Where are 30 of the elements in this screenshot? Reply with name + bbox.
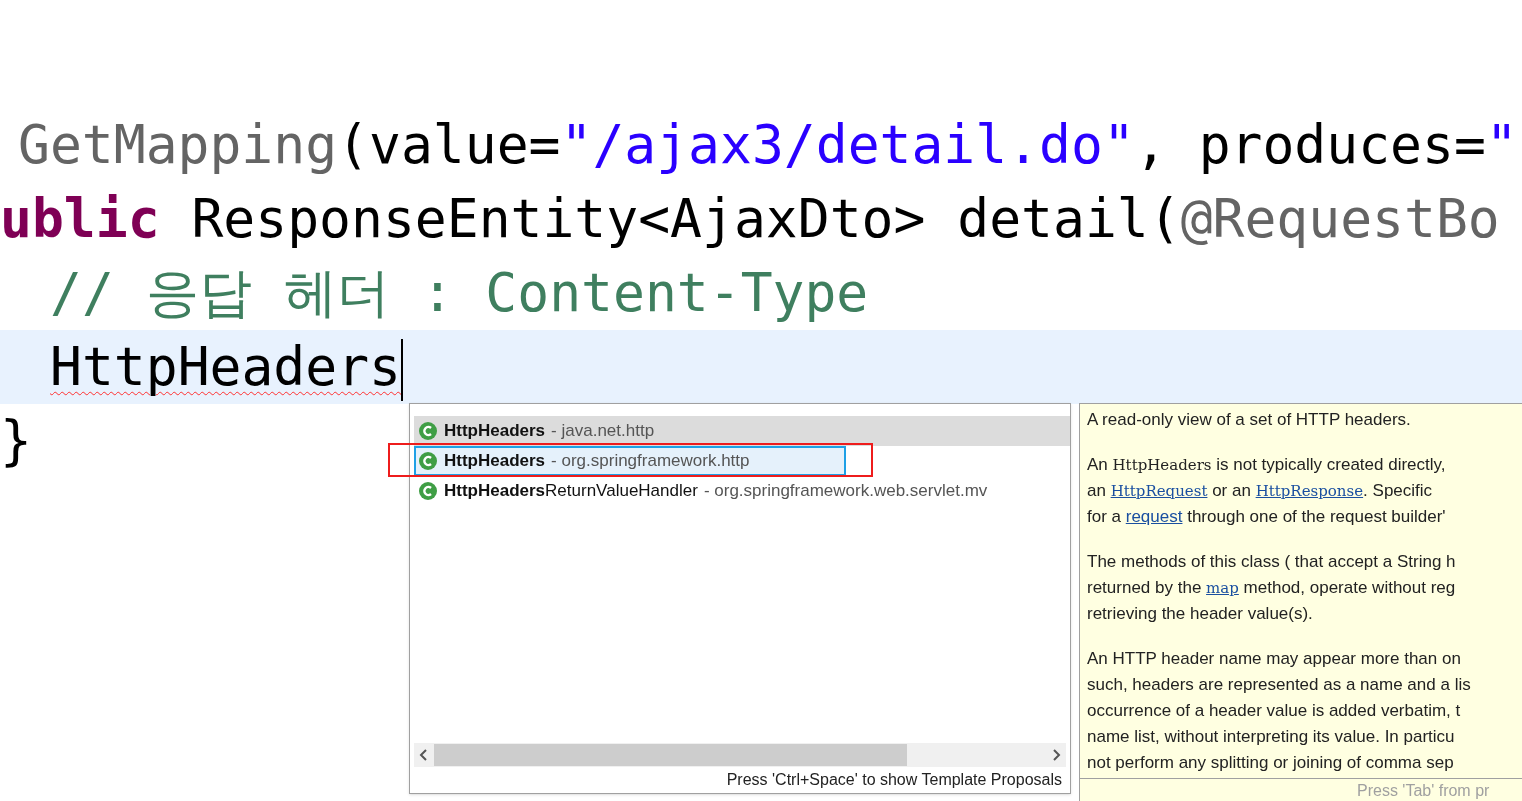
proposal-item[interactable]: HttpHeaders - java.net.http — [414, 416, 1070, 446]
class-icon — [418, 451, 438, 471]
code-line: } — [0, 409, 32, 473]
class-icon — [418, 481, 438, 501]
doc-text-line: returned by the map method, operate without reg — [1087, 577, 1456, 599]
scrollbar-thumb[interactable] — [434, 744, 907, 766]
horizontal-scrollbar[interactable] — [414, 743, 1066, 767]
scroll-right-icon[interactable] — [1051, 748, 1061, 762]
text-caret — [401, 339, 403, 402]
status-hint: Press 'Ctrl+Space' to show Template Proposals — [726, 770, 1062, 790]
doc-text-line: name list, without interpreting its value. In particu — [1087, 726, 1455, 748]
doc-text-line: The methods of this class ( that accept a String h — [1087, 551, 1456, 573]
class-icon — [418, 421, 438, 441]
code-line: HttpHeaders — [50, 335, 401, 399]
doc-text-line: occurrence of a header value is added verbatim, t — [1087, 700, 1461, 722]
doc-text-line: retrieving the header value(s). — [1087, 603, 1313, 625]
code-line: ublic ResponseEntity<AjaxDto> detail(@RequestBo — [0, 187, 1500, 251]
proposal-item[interactable]: HttpHeadersReturnValueHandler - org.springframework.web.servlet.mv — [414, 476, 1070, 506]
proposal-item[interactable]: HttpHeaders - org.springframework.http — [414, 446, 846, 476]
doc-text-line: An HTTP header name may appear more than on — [1087, 648, 1461, 670]
doc-footer-hint: Press 'Tab' from pr — [1357, 780, 1490, 801]
scroll-left-icon[interactable] — [419, 748, 429, 762]
doc-text-line: An HttpHeaders is not typically created directly, — [1087, 454, 1446, 476]
doc-text-line: an HttpRequest or an HttpResponse. Specific — [1087, 480, 1433, 502]
doc-text-line: not perform any splitting or joining of comma sep — [1087, 752, 1454, 774]
doc-text-line: such, headers are represented as a name and a lis — [1087, 674, 1471, 696]
code-line: GetMapping(value="/ajax3/detail.do", produces=" — [18, 113, 1518, 177]
code-line: // 응답 헤더 : Content-Type — [50, 261, 869, 325]
doc-text-line: A read-only view of a set of HTTP headers. — [1087, 409, 1411, 431]
doc-text-line: for a request through one of the request builder' — [1087, 506, 1446, 528]
